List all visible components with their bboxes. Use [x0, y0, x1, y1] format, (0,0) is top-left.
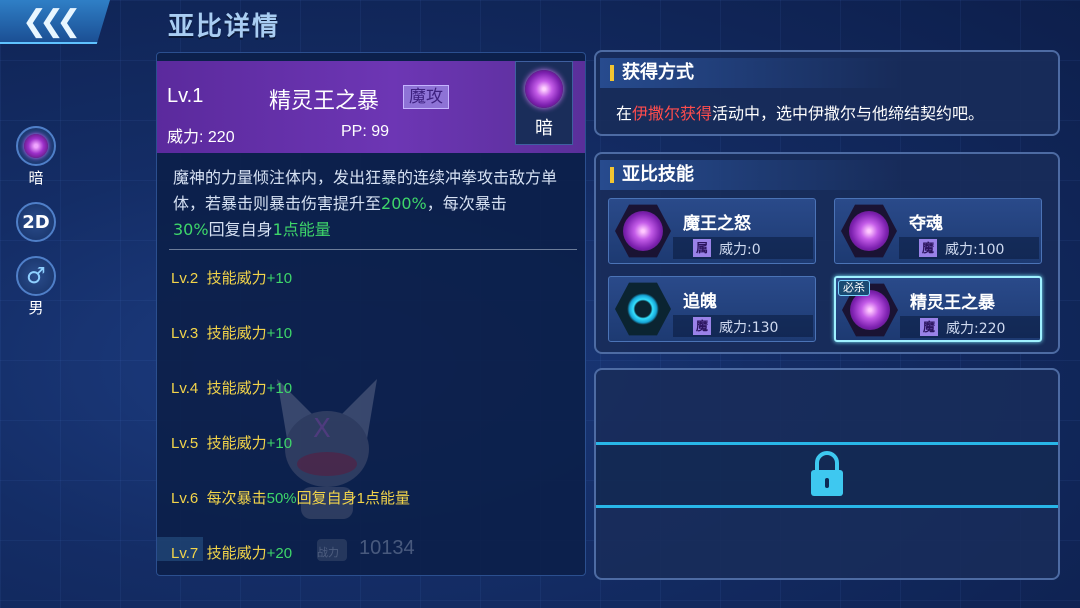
skill-card[interactable]: 夺魂 魔 威力:100: [834, 198, 1042, 264]
skill-card-power: 威力:130: [719, 320, 779, 336]
skills-title: 亚比技能: [600, 160, 900, 190]
upgrade-row: Lv.6 每次暴击50%回复自身1点能量: [171, 490, 410, 507]
upgrade-list: Lv.2 技能威力+10 Lv.3 技能威力+10 Lv.4 技能威力+10 L…: [171, 267, 410, 575]
dark-skill-icon: [841, 204, 897, 258]
skill-card-power: 威力:220: [946, 321, 1006, 337]
obtain-title: 获得方式: [600, 58, 900, 88]
upgrade-row: Lv.7 技能威力+20: [171, 545, 293, 562]
skill-name: 精灵王之暴: [269, 89, 380, 114]
dimension-attribute[interactable]: 2D: [14, 202, 58, 242]
cyan-ring-skill-icon: [615, 282, 671, 336]
attribute-column: 暗 2D ♂ 男: [14, 126, 58, 332]
element-attribute[interactable]: 暗: [14, 126, 58, 188]
skill-card-selected[interactable]: 必杀 精灵王之暴 魔 威力:220: [834, 276, 1042, 342]
obtain-panel: 获得方式 在伊撒尔获得活动中，选中伊撒尔与他缔结契约吧。: [594, 50, 1060, 136]
skill-pp: PP: 99: [341, 123, 390, 140]
skills-panel: 亚比技能 魔王之怒 属 威力:0 夺魂 魔 威力:100 追魄 魔 威力:130…: [594, 152, 1060, 354]
skill-level: Lv.1: [167, 85, 204, 107]
element-label: 暗: [28, 169, 44, 187]
obtain-text: 在伊撒尔获得活动中，选中伊撒尔与他缔结契约吧。: [616, 104, 985, 123]
skill-element-label: 暗: [535, 118, 553, 139]
skill-card-type: 属: [693, 239, 711, 257]
page-title: 亚比详情: [168, 12, 281, 42]
ultimate-badge: 必杀: [838, 280, 870, 296]
skill-card[interactable]: 魔王之怒 属 威力:0: [608, 198, 816, 264]
skill-card-power: 威力:0: [719, 242, 761, 258]
skill-header: Lv.1 精灵王之暴 魔攻 威力: 220 PP: 99 暗: [157, 61, 585, 153]
skill-power: 威力: 220: [167, 129, 235, 146]
back-chevrons-icon: ❮❮❮: [22, 4, 81, 39]
upgrade-row: Lv.2 技能威力+10: [171, 270, 293, 287]
skill-type-tag: 魔攻: [403, 85, 449, 109]
skill-card-name: 魔王之怒: [683, 214, 751, 234]
skill-card-type: 魔: [693, 317, 711, 335]
dark-skill-icon: [615, 204, 671, 258]
skill-card-name: 夺魂: [909, 214, 943, 234]
skill-card-name: 精灵王之暴: [910, 293, 995, 313]
male-icon: ♂: [16, 256, 56, 296]
skill-element-box: 暗: [515, 61, 573, 145]
skill-card-name: 追魄: [683, 292, 717, 312]
skill-card[interactable]: 追魄 魔 威力:130: [608, 276, 816, 342]
upgrade-row: Lv.5 技能威力+10: [171, 435, 293, 452]
gender-attribute[interactable]: ♂ 男: [14, 256, 58, 318]
dark-element-icon: [16, 126, 56, 166]
upgrade-row: Lv.4 技能威力+10: [171, 380, 293, 397]
dark-element-icon: [525, 70, 563, 108]
skill-detail-panel: Lv.1 精灵王之暴 魔攻 威力: 220 PP: 99 暗 X 战力 1013…: [156, 52, 586, 576]
skill-card-type: 魔: [919, 239, 937, 257]
skill-card-power: 威力:100: [945, 242, 1005, 258]
gender-label: 男: [28, 299, 44, 317]
upgrade-row: Lv.3 技能威力+10: [171, 325, 293, 342]
back-button[interactable]: ❮❮❮: [0, 0, 110, 44]
skill-description: 魔神的力量倾注体内，发出狂暴的连续冲拳攻击敌方单体，若暴击则暴击伤害提升至200…: [173, 168, 558, 239]
locked-panel: [594, 368, 1060, 580]
dimension-icon: 2D: [16, 202, 56, 242]
lock-icon[interactable]: [808, 450, 846, 498]
divider: [169, 249, 577, 250]
skill-card-type: 魔: [920, 318, 938, 336]
